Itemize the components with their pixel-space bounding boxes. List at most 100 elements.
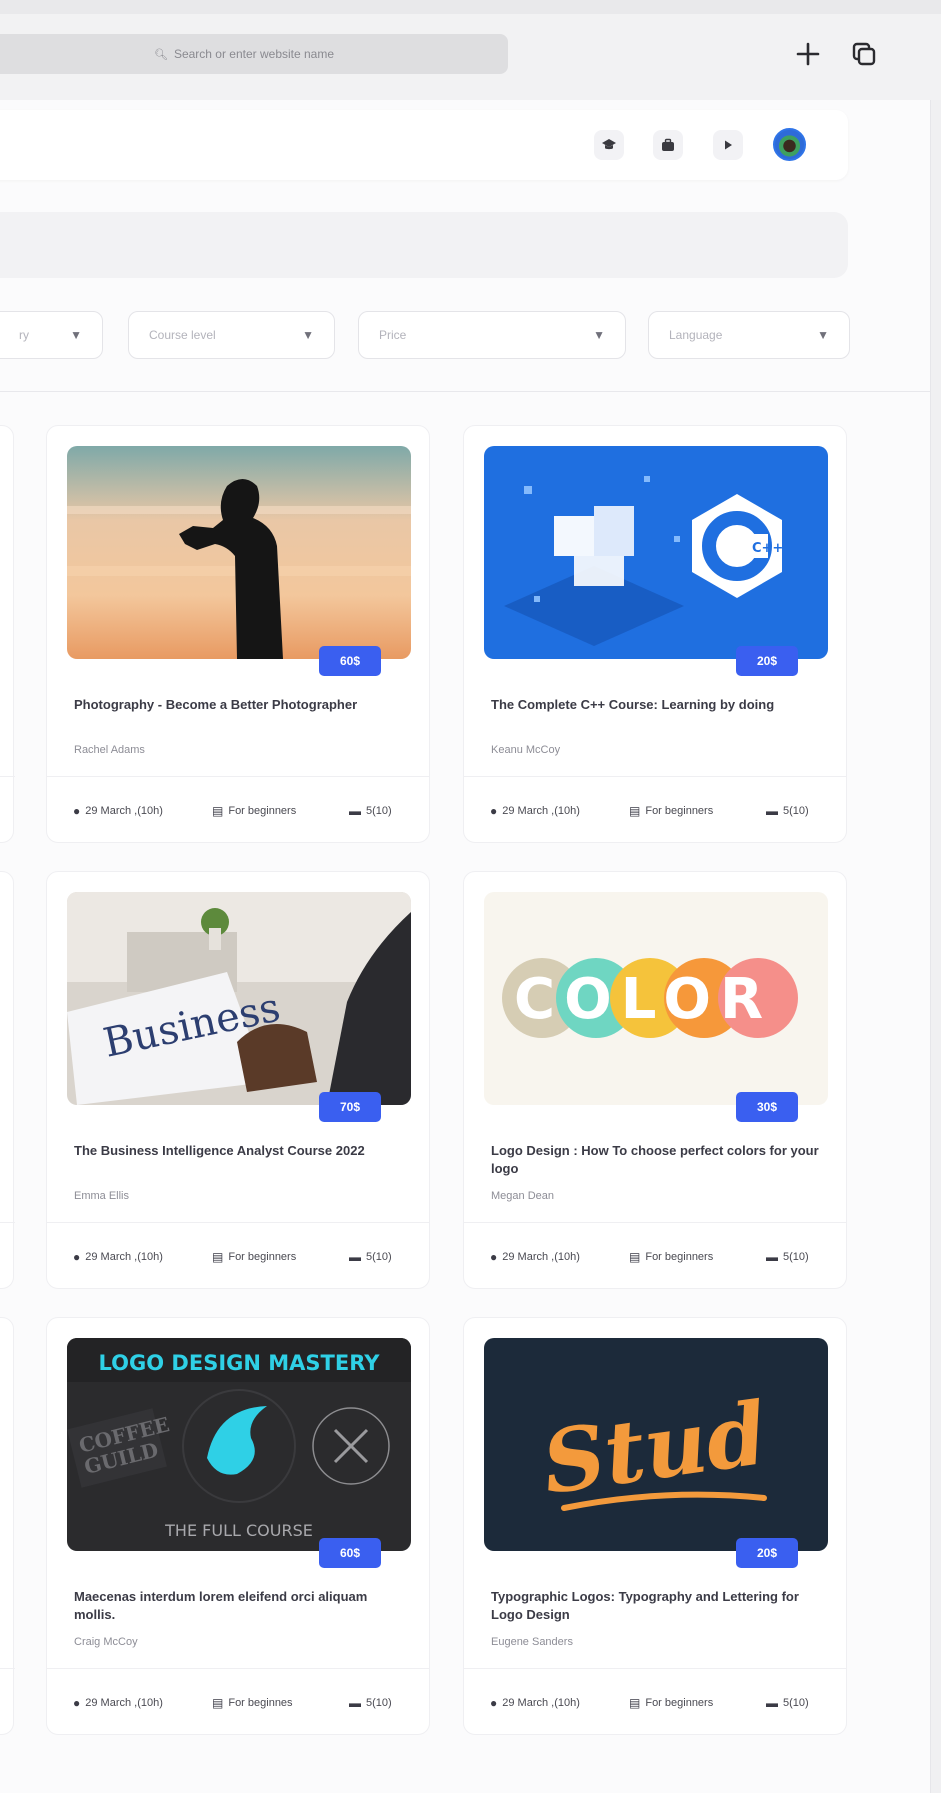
card-divider — [47, 1668, 429, 1669]
course-author[interactable]: Eugene Sanders — [491, 1636, 573, 1648]
course-thumbnail-text: LOGO DESIGN MASTERY — [99, 1351, 381, 1375]
course-thumbnail-text: C++ — [752, 541, 783, 556]
course-level: ▤ For beginners — [212, 804, 296, 818]
course-lessons: ▬ 5(10) — [766, 1696, 809, 1710]
course-author[interactable]: Craig McCoy — [74, 1636, 138, 1648]
course-card[interactable]: 60$ Photography - Become a Better Photog… — [46, 425, 430, 843]
card-divider — [464, 1668, 846, 1669]
course-level: ▤ For beginners — [629, 804, 713, 818]
course-level: ▤ For beginnes — [212, 1696, 293, 1710]
courses-nav-button[interactable] — [594, 130, 624, 160]
course-date: ● 29 March ,(10h) — [73, 1250, 163, 1264]
course-author[interactable]: Emma Ellis — [74, 1190, 129, 1202]
course-level-text: For beginners — [645, 1697, 714, 1709]
chevron-down-icon: ▼ — [593, 328, 605, 342]
course-date: ● 29 March ,(10h) — [73, 804, 163, 818]
jobs-nav-button[interactable] — [653, 130, 683, 160]
course-lessons-text: 5(10) — [366, 1251, 392, 1263]
clock-icon: ● — [73, 1250, 81, 1264]
course-date-text: 29 March ,(10h) — [502, 805, 580, 817]
course-level-text: For beginners — [645, 805, 714, 817]
price-select-label: Price — [379, 328, 407, 342]
course-card-partial[interactable] — [0, 1317, 15, 1735]
course-date-text: 29 March ,(10h) — [85, 1697, 163, 1709]
laptop-icon: ▤ — [212, 1696, 224, 1710]
briefcase-icon — [662, 138, 674, 151]
course-card[interactable]: Business 70$ The Business Intelligence A… — [46, 871, 430, 1289]
videos-nav-button[interactable] — [713, 130, 743, 160]
course-card[interactable]: LOGO DESIGN MASTERY COFFEE GUILD THE FULL… — [46, 1317, 430, 1735]
lessons-icon: ▬ — [766, 804, 778, 818]
course-title[interactable]: Maecenas interdum lorem eleifend orci al… — [74, 1588, 404, 1624]
course-thumbnail: COLOR — [484, 892, 828, 1105]
card-divider — [47, 776, 429, 777]
course-lessons: ▬ 5(10) — [349, 1696, 392, 1710]
clock-icon: ● — [73, 1696, 81, 1710]
user-avatar[interactable] — [773, 128, 806, 161]
play-icon — [725, 140, 732, 150]
course-card-partial[interactable] — [0, 871, 15, 1289]
category-select[interactable]: ry ▼ — [0, 311, 103, 359]
course-author[interactable]: Rachel Adams — [74, 744, 145, 756]
course-author[interactable]: Megan Dean — [491, 1190, 554, 1202]
price-badge: 20$ — [736, 646, 798, 676]
graduation-cap-icon — [602, 139, 616, 150]
course-thumbnail — [67, 446, 411, 659]
course-date: ● 29 March ,(10h) — [73, 1696, 163, 1710]
course-thumbnail: Stud — [484, 1338, 828, 1551]
clock-icon: ● — [73, 804, 81, 818]
course-card[interactable]: Stud 20$ Typographic Logos: Typography a… — [463, 1317, 847, 1735]
course-search-bar[interactable] — [0, 212, 848, 278]
course-card[interactable]: C++ 20$ The Complete C++ Course: Learnin… — [463, 425, 847, 843]
course-title[interactable]: The Complete C++ Course: Learning by doi… — [491, 696, 821, 714]
price-badge: 20$ — [736, 1538, 798, 1568]
new-tab-button[interactable] — [790, 36, 826, 72]
tabs-overview-icon — [852, 42, 876, 66]
clock-icon: ● — [490, 1250, 498, 1264]
window-top-edge — [0, 0, 941, 14]
course-title[interactable]: The Business Intelligence Analyst Course… — [74, 1142, 404, 1160]
course-level-select[interactable]: Course level ▼ — [128, 311, 335, 359]
course-title[interactable]: Typographic Logos: Typography and Letter… — [491, 1588, 821, 1624]
course-date-text: 29 March ,(10h) — [502, 1697, 580, 1709]
address-bar-placeholder: Search or enter website name — [173, 47, 335, 61]
course-author[interactable]: Keanu McCoy — [491, 744, 560, 756]
course-card[interactable]: COLOR 30$ Logo Design : How To choose pe… — [463, 871, 847, 1289]
course-title[interactable]: Photography - Become a Better Photograph… — [74, 696, 404, 714]
course-card-partial[interactable] — [0, 425, 15, 843]
course-lessons-text: 5(10) — [783, 805, 809, 817]
course-lessons-text: 5(10) — [366, 1697, 392, 1709]
course-lessons: ▬ 5(10) — [349, 804, 392, 818]
course-thumbnail: C++ — [484, 446, 828, 659]
course-title[interactable]: Logo Design : How To choose perfect colo… — [491, 1142, 821, 1178]
laptop-icon: ▤ — [629, 804, 641, 818]
tabs-overview-button[interactable] — [846, 36, 882, 72]
lessons-icon: ▬ — [349, 804, 361, 818]
course-thumbnail-text: COLOR — [514, 967, 772, 1032]
window-right-edge — [931, 100, 941, 1793]
course-level: ▤ For beginners — [629, 1696, 713, 1710]
lessons-icon: ▬ — [349, 1250, 361, 1264]
price-badge: 60$ — [319, 646, 381, 676]
course-thumbnail: LOGO DESIGN MASTERY COFFEE GUILD THE FULL… — [67, 1338, 411, 1551]
lessons-icon: ▬ — [766, 1696, 778, 1710]
course-thumbnail: Business — [67, 892, 411, 1105]
course-date-text: 29 March ,(10h) — [502, 1251, 580, 1263]
course-level-select-label: Course level — [149, 328, 216, 342]
course-date: ● 29 March ,(10h) — [490, 1696, 580, 1710]
address-bar[interactable]: 🔍︎ Search or enter website name — [0, 34, 508, 74]
price-select[interactable]: Price ▼ — [358, 311, 626, 359]
language-select[interactable]: Language ▼ — [648, 311, 850, 359]
card-divider — [47, 1222, 429, 1223]
lessons-icon: ▬ — [349, 1696, 361, 1710]
course-lessons-text: 5(10) — [366, 805, 392, 817]
clock-icon: ● — [490, 1696, 498, 1710]
course-date: ● 29 March ,(10h) — [490, 804, 580, 818]
chevron-down-icon: ▼ — [302, 328, 314, 342]
course-level-text: For beginners — [228, 805, 297, 817]
filters-divider — [0, 391, 930, 392]
card-divider — [464, 1222, 846, 1223]
course-date-text: 29 March ,(10h) — [85, 1251, 163, 1263]
price-badge: 30$ — [736, 1092, 798, 1122]
course-level: ▤ For beginners — [629, 1250, 713, 1264]
